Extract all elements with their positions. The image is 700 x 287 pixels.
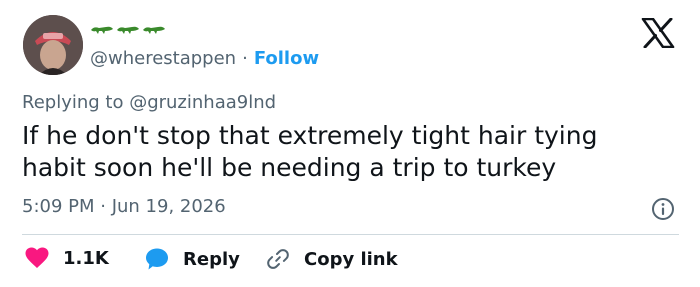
crocodile-emoji-icon [91, 26, 113, 34]
tweet-text: If he don't stop that extremely tight ha… [22, 120, 682, 184]
replying-to: Replying to @gruzinhaa9lnd [22, 92, 277, 113]
author-handle[interactable]: @wherestappen [90, 47, 236, 71]
follow-button[interactable]: Follow [254, 47, 319, 71]
crocodile-emoji-icon [117, 26, 139, 34]
author-row: @wherestappen · Follow [90, 47, 319, 71]
reply-label: Reply [183, 248, 240, 270]
tweet-text-line: If he don't stop that extremely tight ha… [22, 121, 598, 150]
x-logo-icon[interactable] [641, 18, 675, 48]
copy-link-button[interactable]: Copy link [266, 247, 398, 271]
like-button[interactable]: 1.1K [25, 247, 109, 269]
copy-link-label: Copy link [304, 248, 398, 270]
separator-dot: · [242, 48, 248, 69]
display-name[interactable] [90, 22, 166, 38]
heart-icon [25, 247, 49, 268]
timestamp[interactable]: 5:09 PM · Jun 19, 2026 [22, 196, 226, 217]
info-icon[interactable] [651, 197, 675, 221]
speech-bubble-icon [146, 248, 168, 270]
crocodile-emoji-icon [143, 26, 165, 34]
like-count: 1.1K [63, 247, 109, 269]
avatar[interactable] [23, 15, 83, 75]
tweet-text-line: habit soon he'll be needing a trip to tu… [22, 153, 557, 182]
divider [22, 234, 679, 235]
link-icon [267, 249, 289, 269]
reply-button[interactable]: Reply [145, 247, 240, 271]
